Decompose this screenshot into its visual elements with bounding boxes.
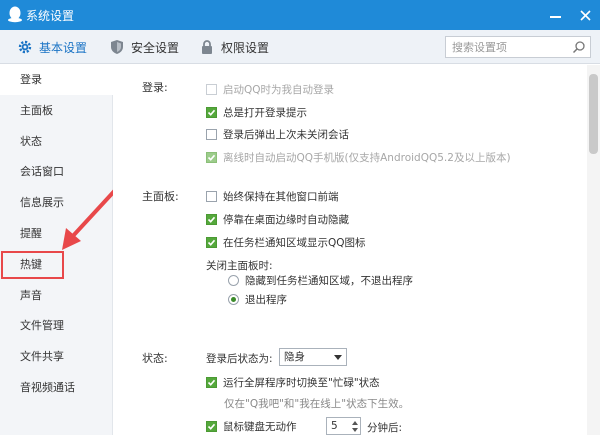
- option-idle[interactable]: 鼠标键盘无动作: [206, 419, 297, 433]
- after-login-status-label: 登录后状态为:: [206, 353, 273, 365]
- tab-bar: 基本设置 安全设置 权限设置: [0, 30, 600, 64]
- radio-hide-to-tray[interactable]: 隐藏到任务栏通知区域，不退出程序: [228, 273, 413, 287]
- shield-icon: [111, 40, 123, 54]
- window-title: 系统设置: [26, 9, 75, 23]
- qq-penguin-icon: [8, 6, 22, 23]
- option-label: 始终保持在其他窗口前端: [223, 190, 339, 203]
- checkbox[interactable]: [206, 83, 217, 95]
- tab-label: 权限设置: [221, 40, 270, 55]
- sidebar-item-label: 会话窗口: [20, 165, 64, 178]
- sidebar-item-label: 主面板: [20, 104, 53, 117]
- search-input[interactable]: [446, 37, 566, 57]
- sidebar-item-label: 状态: [20, 135, 42, 148]
- title-bar: 系统设置: [0, 0, 600, 30]
- radio-exit-program[interactable]: 退出程序: [228, 292, 287, 306]
- checkmark-icon: [207, 216, 216, 223]
- option-label: 总是打开登录提示: [223, 106, 307, 119]
- checkbox[interactable]: [206, 236, 217, 248]
- sidebar-item-reminder[interactable]: 提醒: [0, 219, 113, 249]
- checkbox[interactable]: [206, 151, 217, 163]
- option-auto-hide[interactable]: 停靠在桌面边缘时自动隐藏: [206, 212, 349, 226]
- tab-label: 安全设置: [131, 40, 180, 55]
- tab-label: 基本设置: [39, 40, 88, 55]
- close-icon: [579, 9, 591, 21]
- option-always-on-top[interactable]: 始终保持在其他窗口前端: [206, 189, 339, 203]
- status-select[interactable]: 隐身: [279, 348, 347, 366]
- minimize-button[interactable]: [540, 0, 570, 30]
- sidebar-item-label: 音视频通话: [20, 381, 75, 394]
- search-box: [445, 36, 591, 58]
- annotation-highlight-box: [1, 251, 64, 279]
- checkbox[interactable]: [206, 376, 217, 388]
- idle-minutes-stepper[interactable]: 5: [326, 417, 361, 435]
- sidebar-item-label: 文件管理: [20, 319, 64, 332]
- sidebar-item-sound[interactable]: 声音: [0, 281, 113, 311]
- option-label: 启动QQ时为我自动登录: [223, 83, 335, 96]
- idle-minutes-value: 5: [331, 420, 338, 432]
- stepper-down-icon[interactable]: [352, 428, 358, 432]
- tab-permission-settings[interactable]: 权限设置: [199, 30, 269, 64]
- radio-button[interactable]: [228, 274, 239, 286]
- sidebar-item-chat-window[interactable]: 会话窗口: [0, 157, 113, 187]
- option-label: 停靠在桌面边缘时自动隐藏: [223, 213, 349, 226]
- settings-content: 登录: 启动QQ时为我自动登录 总是打开登录提示 登录后弹出上次未关闭会话 离线…: [113, 65, 587, 435]
- option-restore-sessions[interactable]: 登录后弹出上次未关闭会话: [206, 127, 349, 141]
- sidebar-item-status[interactable]: 状态: [0, 127, 113, 157]
- option-label: 退出程序: [245, 293, 287, 306]
- close-panel-label: 关闭主面板时:: [206, 260, 273, 272]
- checkbox[interactable]: [206, 213, 217, 225]
- sidebar-item-av-call[interactable]: 音视频通话: [0, 373, 113, 403]
- option-label: 鼠标键盘无动作: [223, 420, 297, 433]
- checkmark-icon: [207, 109, 216, 116]
- sidebar-item-file-management[interactable]: 文件管理: [0, 311, 113, 341]
- gear-icon: [18, 40, 32, 54]
- checkmark-icon: [207, 379, 216, 386]
- idle-suffix: 分钟后:: [367, 422, 403, 434]
- sidebar-item-label: 文件共享: [20, 350, 64, 363]
- option-fullscreen-busy[interactable]: 运行全屏程序时切换至"忙碌"状态: [206, 375, 380, 389]
- section-label-status: 状态:: [142, 352, 168, 365]
- scrollbar-thumb[interactable]: [589, 74, 598, 154]
- lock-icon: [202, 40, 212, 54]
- option-label: 离线时自动启动QQ手机版(仅支持AndroidQQ5.2及以上版本): [223, 151, 511, 164]
- minimize-icon: [549, 16, 561, 18]
- option-tray-icon[interactable]: 在任务栏通知区域显示QQ图标: [206, 235, 366, 249]
- fullscreen-note: 仅在"Q我吧"和"我在线上"状态下生效。: [224, 398, 410, 410]
- radio-button[interactable]: [228, 293, 239, 305]
- close-button[interactable]: [570, 0, 600, 30]
- tab-security-settings[interactable]: 安全设置: [109, 30, 179, 64]
- checkbox[interactable]: [206, 128, 217, 140]
- option-label: 运行全屏程序时切换至"忙碌"状态: [223, 376, 380, 389]
- option-label: 隐藏到任务栏通知区域，不退出程序: [245, 274, 413, 287]
- sidebar: 登录 主面板 状态 会话窗口 信息展示 提醒 热键 声音 文件管理 文件共享 音…: [0, 65, 113, 435]
- stepper-up-icon[interactable]: [352, 421, 358, 425]
- sidebar-item-label: 提醒: [20, 227, 42, 240]
- option-mobile-qq[interactable]: 离线时自动启动QQ手机版(仅支持AndroidQQ5.2及以上版本): [206, 150, 511, 164]
- option-label: 在任务栏通知区域显示QQ图标: [223, 236, 366, 249]
- sidebar-item-label: 声音: [20, 289, 42, 302]
- search-icon[interactable]: [572, 40, 586, 54]
- chevron-down-icon: [334, 355, 342, 360]
- sidebar-item-file-sharing[interactable]: 文件共享: [0, 342, 113, 372]
- checkbox[interactable]: [206, 420, 217, 432]
- option-login-tips[interactable]: 总是打开登录提示: [206, 105, 307, 119]
- section-label-main-panel: 主面板:: [142, 190, 179, 203]
- option-auto-login[interactable]: 启动QQ时为我自动登录: [206, 82, 334, 96]
- status-select-value: 隐身: [284, 351, 305, 363]
- section-label-login: 登录:: [142, 81, 168, 94]
- option-label: 登录后弹出上次未关闭会话: [223, 128, 349, 141]
- sidebar-item-label: 登录: [20, 73, 42, 86]
- tab-basic-settings[interactable]: 基本设置: [17, 30, 87, 64]
- sidebar-item-info-display[interactable]: 信息展示: [0, 188, 113, 218]
- checkmark-icon: [207, 154, 216, 161]
- sidebar-item-login[interactable]: 登录: [0, 65, 113, 95]
- sidebar-item-label: 信息展示: [20, 196, 64, 209]
- checkmark-icon: [207, 423, 216, 430]
- checkbox[interactable]: [206, 106, 217, 118]
- checkmark-icon: [207, 239, 216, 246]
- checkbox[interactable]: [206, 190, 217, 202]
- sidebar-item-main-panel[interactable]: 主面板: [0, 96, 113, 126]
